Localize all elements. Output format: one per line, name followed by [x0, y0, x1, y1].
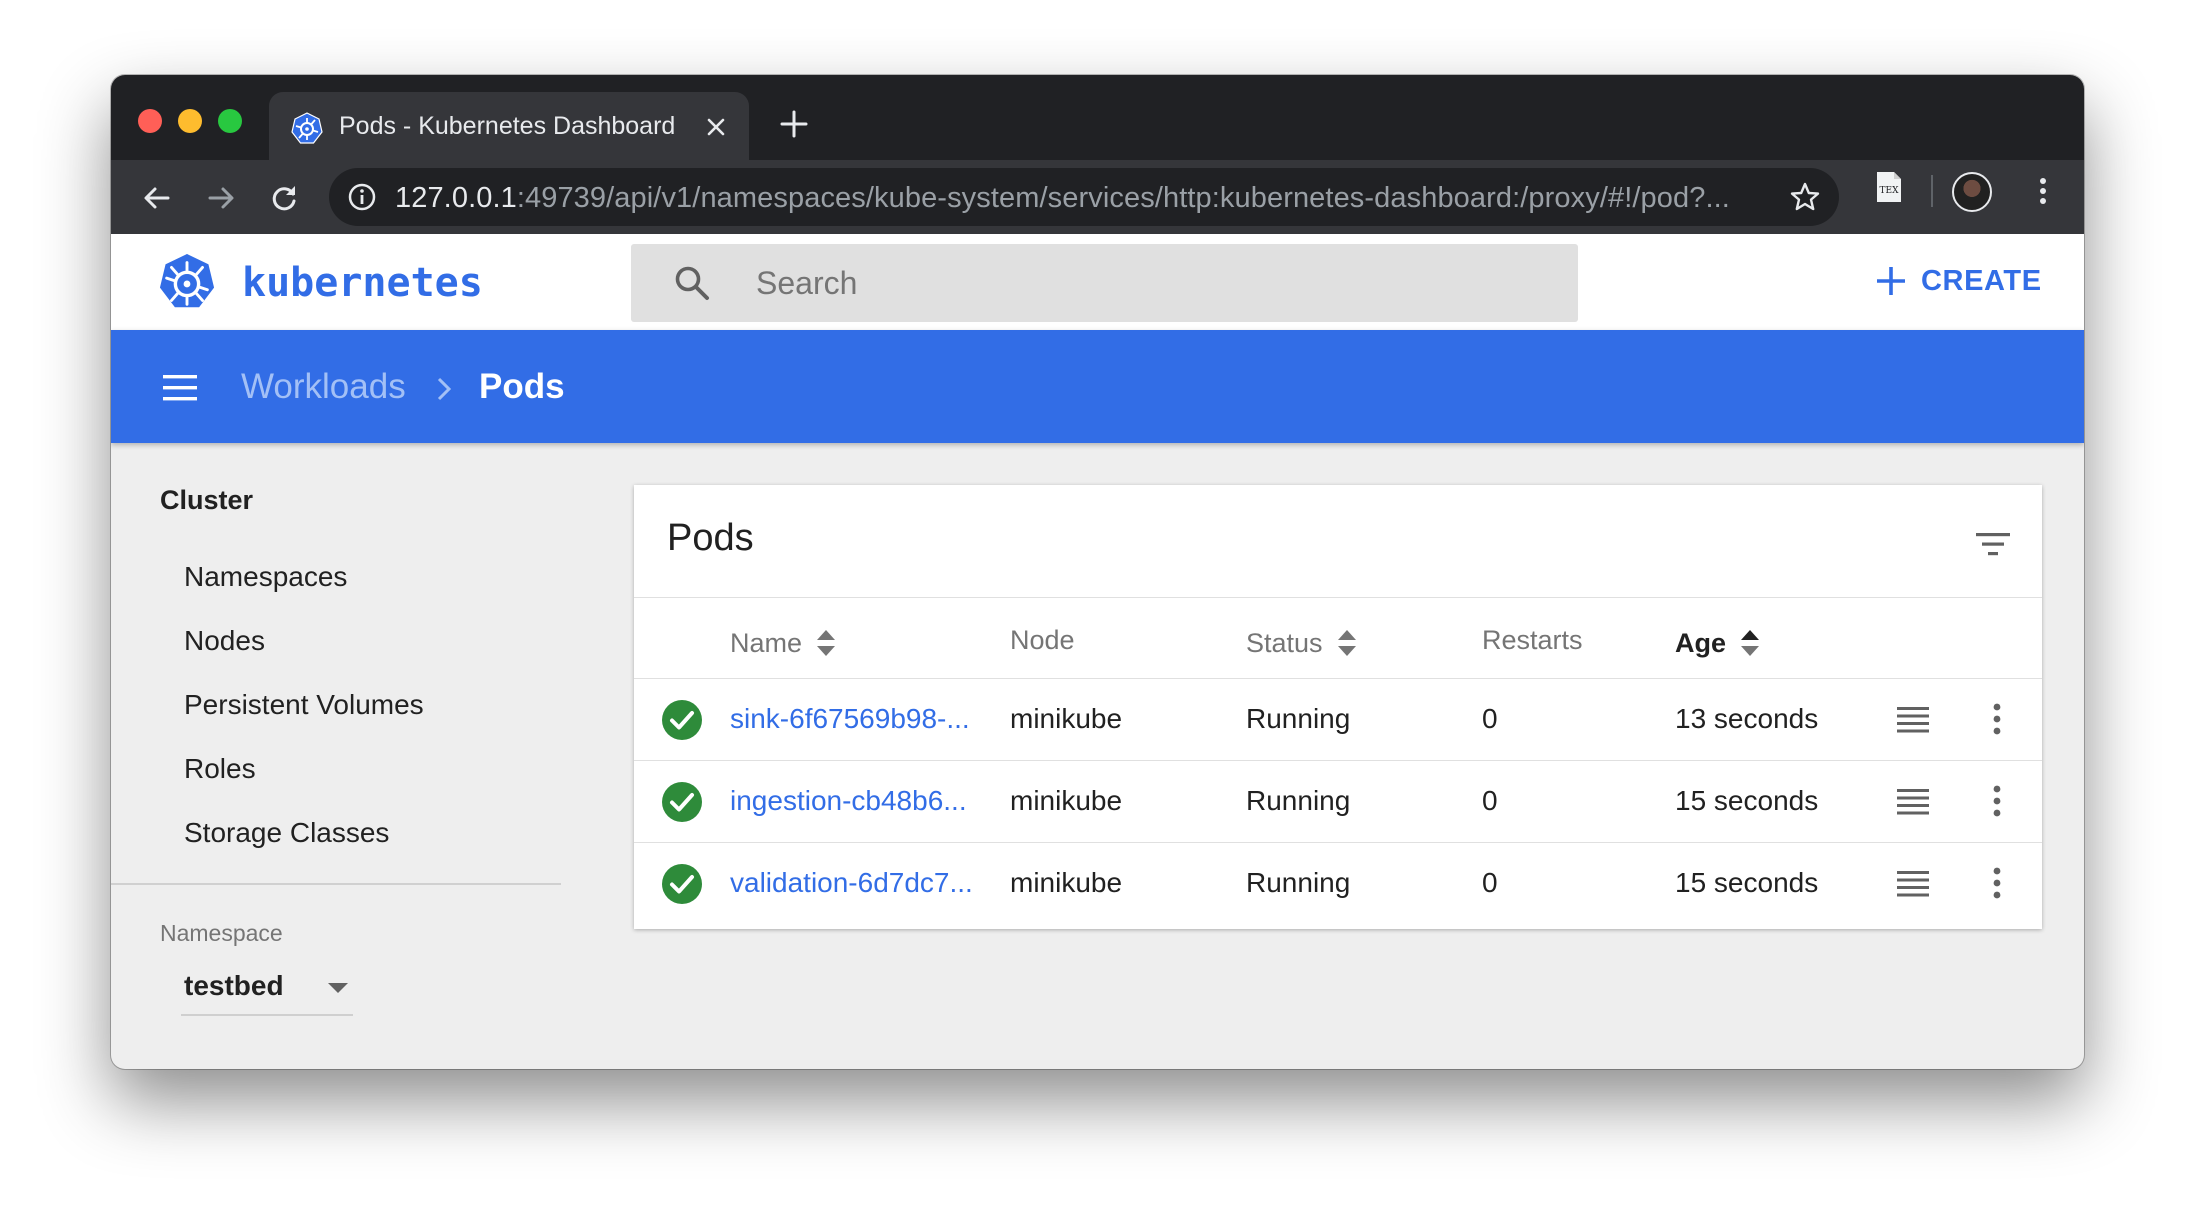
forward-arrow-icon[interactable]	[205, 182, 237, 214]
logs-icon[interactable]	[1894, 701, 1932, 739]
status-ok-icon	[662, 864, 702, 904]
search-input[interactable]: Search	[631, 244, 1578, 322]
minimize-window-button[interactable]	[178, 109, 202, 133]
plus-icon	[1877, 267, 1905, 295]
sort-icon	[1337, 630, 1356, 656]
pod-node: minikube	[1010, 867, 1123, 898]
sidebar-item-storage-classes[interactable]: Storage Classes	[184, 817, 389, 849]
create-label: CREATE	[1921, 264, 2042, 297]
more-actions-icon[interactable]	[1977, 863, 2017, 903]
logs-icon[interactable]	[1894, 783, 1932, 821]
reload-icon[interactable]	[268, 182, 300, 214]
table-row: validation-6d7dc7... minikube Running 0 …	[634, 843, 2042, 924]
column-status-label: Status	[1246, 627, 1323, 658]
sidebar-heading-cluster[interactable]: Cluster	[160, 485, 253, 516]
pod-status: Running	[1246, 867, 1351, 898]
sort-ascending-icon	[1741, 630, 1760, 656]
search-placeholder: Search	[756, 265, 858, 301]
sidebar-divider	[111, 883, 561, 885]
pod-name-link[interactable]: validation-6d7dc7...	[730, 867, 973, 899]
new-tab-icon[interactable]	[779, 109, 809, 139]
logs-icon[interactable]	[1894, 865, 1932, 903]
more-actions-icon[interactable]	[1977, 699, 2017, 739]
pod-status: Running	[1246, 785, 1351, 816]
column-name-label: Name	[730, 627, 803, 658]
site-info-icon[interactable]	[347, 182, 377, 212]
pod-restarts: 0	[1482, 703, 1498, 734]
close-window-button[interactable]	[138, 109, 162, 133]
table-row: sink-6f67569b98-... minikube Running 0 1…	[634, 679, 2042, 760]
column-header-restarts: Restarts	[1482, 625, 1583, 656]
pod-node: minikube	[1010, 785, 1123, 816]
status-ok-icon	[662, 782, 702, 822]
column-age-label: Age	[1675, 627, 1727, 658]
pod-age: 15 seconds	[1675, 867, 1819, 898]
column-restarts-label: Restarts	[1482, 625, 1583, 655]
back-arrow-icon[interactable]	[141, 182, 173, 214]
profile-avatar[interactable]	[1952, 172, 1992, 212]
sidebar: Cluster Namespaces Nodes Persistent Volu…	[111, 443, 561, 1069]
svg-text:TEX: TEX	[1880, 186, 1900, 196]
pod-name-link[interactable]: sink-6f67569b98-...	[730, 703, 970, 735]
namespace-label: Namespace	[160, 920, 283, 946]
column-header-name[interactable]: Name	[730, 625, 838, 661]
chevron-right-icon	[437, 377, 452, 401]
card-header-divider	[634, 597, 2042, 598]
url-host: 127.0.0.1	[395, 182, 517, 214]
browser-menu-icon[interactable]	[2025, 173, 2061, 209]
address-bar[interactable]: 127.0.0.1:49739/api/v1/namespaces/kube-s…	[329, 168, 1839, 226]
bookmark-star-icon[interactable]	[1789, 181, 1821, 213]
namespace-value: testbed	[184, 970, 284, 1001]
pod-age: 15 seconds	[1675, 785, 1819, 816]
sort-icon	[817, 630, 836, 656]
kubernetes-favicon-icon	[291, 112, 323, 144]
column-header-age[interactable]: Age	[1675, 625, 1762, 661]
browser-tab-active[interactable]: Pods - Kubernetes Dashboard	[269, 92, 749, 160]
app-header: kubernetes Search CREATE	[111, 234, 2084, 330]
browser-window: Pods - Kubernetes Dashboard 127.0.0.1:49…	[111, 75, 2084, 1069]
brand-wordmark[interactable]: kubernetes	[242, 260, 483, 306]
toolbar-divider	[1931, 175, 1933, 207]
breadcrumb-current: Pods	[479, 367, 565, 406]
table-row: ingestion-cb48b6... minikube Running 0 1…	[634, 761, 2042, 842]
filter-icon[interactable]	[1972, 523, 2014, 565]
maximize-window-button[interactable]	[218, 109, 242, 133]
pod-restarts: 0	[1482, 867, 1498, 898]
pods-card: Pods Name Node Status Restarts Age sink-…	[634, 485, 2042, 929]
sidebar-item-persistent-volumes[interactable]: Persistent Volumes	[184, 689, 424, 721]
pod-restarts: 0	[1482, 785, 1498, 816]
kubernetes-logo-icon[interactable]	[156, 251, 218, 313]
sidebar-item-nodes[interactable]: Nodes	[184, 625, 265, 657]
url-path: :49739/api/v1/namespaces/kube-system/ser…	[516, 182, 1730, 214]
browser-toolbar: 127.0.0.1:49739/api/v1/namespaces/kube-s…	[111, 160, 2084, 234]
url-text: 127.0.0.1:49739/api/v1/namespaces/kube-s…	[395, 182, 1730, 215]
breadcrumb-workloads[interactable]: Workloads	[241, 367, 406, 407]
status-ok-icon	[662, 700, 702, 740]
column-node-label: Node	[1010, 625, 1075, 655]
pod-status: Running	[1246, 703, 1351, 734]
dropdown-caret-icon	[328, 983, 348, 993]
pod-age: 13 seconds	[1675, 703, 1819, 734]
breadcrumb-bar: Workloads Pods	[111, 330, 2084, 443]
namespace-select[interactable]: testbed	[181, 960, 353, 1016]
tab-strip: Pods - Kubernetes Dashboard	[111, 75, 2084, 160]
sidebar-item-namespaces[interactable]: Namespaces	[184, 561, 347, 593]
pod-name-link[interactable]: ingestion-cb48b6...	[730, 785, 967, 817]
close-tab-icon[interactable]	[703, 114, 729, 140]
more-actions-icon[interactable]	[1977, 781, 2017, 821]
sidebar-item-roles[interactable]: Roles	[184, 753, 256, 785]
create-button[interactable]: CREATE	[1873, 258, 2042, 304]
search-icon	[675, 266, 709, 300]
column-header-status[interactable]: Status	[1246, 625, 1359, 661]
hamburger-menu-icon[interactable]	[160, 368, 200, 408]
column-header-node: Node	[1010, 625, 1075, 656]
tex-extension-icon[interactable]: TEX	[1874, 170, 1904, 204]
pod-node: minikube	[1010, 703, 1123, 734]
tab-title: Pods - Kubernetes Dashboard	[339, 112, 676, 140]
card-title: Pods	[667, 517, 754, 559]
